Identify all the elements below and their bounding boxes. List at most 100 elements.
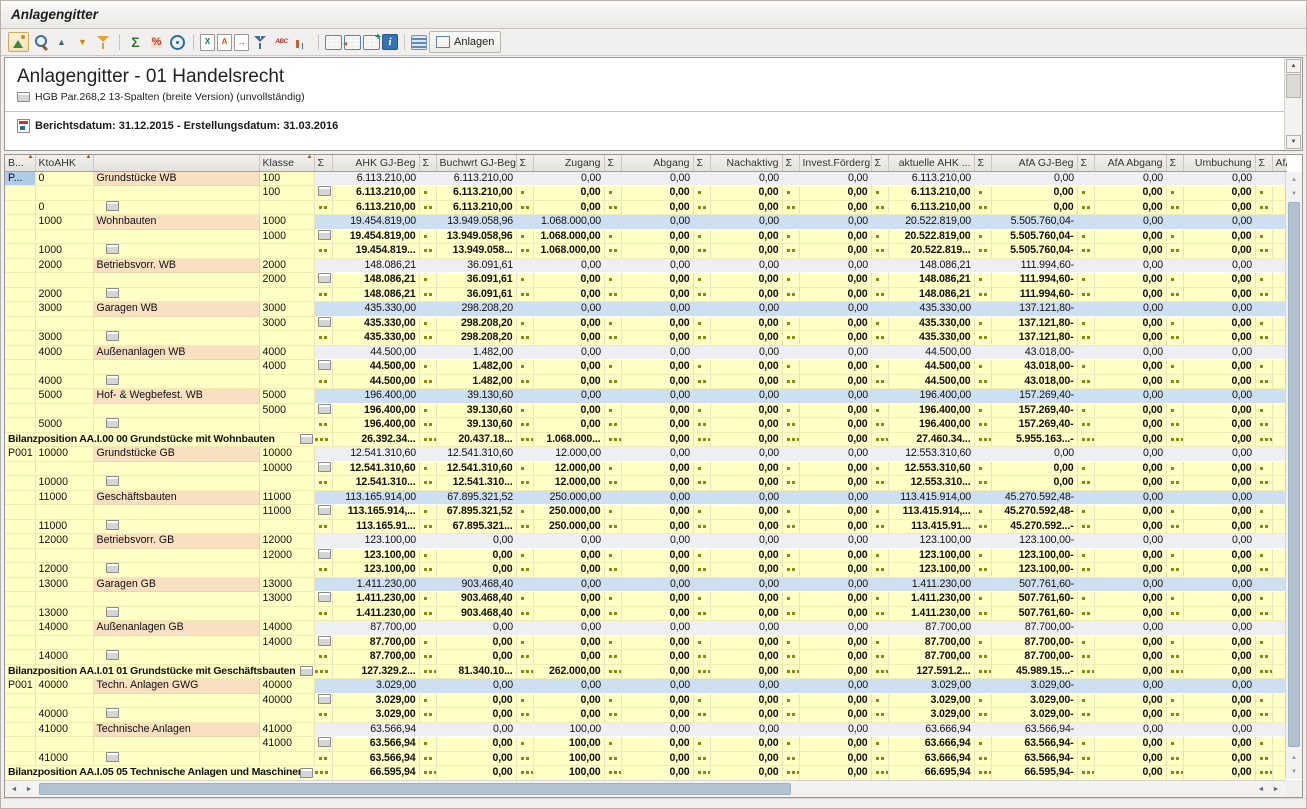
cell-klasse[interactable]: 14000	[259, 621, 314, 636]
cell-aktuelle-ahk[interactable]: 63.666,94	[888, 722, 974, 737]
cell-aktuelle-ahk[interactable]: 6.113.210,00	[888, 171, 974, 186]
cell-klasse[interactable]: 4000	[259, 360, 314, 375]
cell-afa-gj-beg[interactable]: 507.761,60-	[991, 592, 1077, 607]
cell-abgang[interactable]: 0,00	[621, 186, 693, 201]
cell-ktoahk[interactable]: 4000	[35, 374, 93, 389]
col-header-nachaktivg[interactable]: Nachaktivg	[710, 155, 782, 171]
cell-invest-foerderg[interactable]: 0,00	[799, 171, 871, 186]
cell-nachaktivg[interactable]: 0,00	[710, 563, 782, 578]
cell-afa-abgang[interactable]: 0,00	[1094, 534, 1166, 549]
cell-buchwrt-gj-beg[interactable]: 1.482,00	[436, 360, 516, 375]
cell-invest-foerderg[interactable]: 0,00	[799, 360, 871, 375]
cell-aktuelle-ahk[interactable]: 435.330,00	[888, 316, 974, 331]
cell-buchwrt-gj-beg[interactable]: 298.208,20	[436, 316, 516, 331]
cell-b[interactable]	[5, 374, 35, 389]
cell-afa-abgang[interactable]: 0,00	[1094, 708, 1166, 723]
cell-abgang[interactable]: 0,00	[621, 621, 693, 636]
cell-name[interactable]	[93, 751, 259, 766]
cell-ahk-gj-beg[interactable]: 6.113.210,00	[332, 200, 419, 215]
scroll-right-icon[interactable]: ►	[1269, 781, 1283, 797]
cell-nachaktivg[interactable]: 0,00	[710, 374, 782, 389]
cell-ahk-gj-beg[interactable]: 3.029,00	[332, 679, 419, 694]
cell-name[interactable]	[93, 737, 259, 752]
cell-buchwrt-gj-beg[interactable]: 12.541.310,60	[436, 461, 516, 476]
cell-abgang[interactable]: 0,00	[621, 447, 693, 462]
cell-ahk-gj-beg[interactable]: 44.500,00	[332, 360, 419, 375]
cell-umbuchung[interactable]: 0,00	[1183, 287, 1255, 302]
cell-afa-gj-beg[interactable]: 0,00	[991, 476, 1077, 491]
cell-afa-abgang[interactable]: 0,00	[1094, 592, 1166, 607]
cell-name[interactable]	[93, 505, 259, 520]
cell-ahk-gj-beg[interactable]: 1.411.230,00	[332, 606, 419, 621]
cell-name[interactable]: Wohnbauten	[93, 215, 259, 230]
cell-afa-abgang[interactable]: 0,00	[1094, 621, 1166, 636]
cell-aktuelle-ahk[interactable]: 12.553.310,60	[888, 447, 974, 462]
cell-umbuchung[interactable]: 0,00	[1183, 577, 1255, 592]
cell-afa-gj-beg[interactable]: 43.018,00-	[991, 374, 1077, 389]
cell-abgang[interactable]: 0,00	[621, 244, 693, 259]
cell-abgang[interactable]: 0,00	[621, 229, 693, 244]
cell-klasse[interactable]: 14000	[259, 635, 314, 650]
cell-buchwrt-gj-beg[interactable]: 903.468,40	[436, 592, 516, 607]
cell-name[interactable]	[93, 461, 259, 476]
cell-aktuelle-ahk[interactable]: 63.666,94	[888, 751, 974, 766]
cell-name[interactable]	[93, 592, 259, 607]
cell-abgang[interactable]: 0,00	[621, 679, 693, 694]
cell-zugang[interactable]: 0,00	[533, 679, 604, 694]
cell-afa-gj-beg[interactable]: 111.994,60-	[991, 258, 1077, 273]
cell-name[interactable]	[93, 374, 259, 389]
cell-nachaktivg[interactable]: 0,00	[710, 621, 782, 636]
cell-name[interactable]	[93, 316, 259, 331]
cell-b[interactable]	[5, 548, 35, 563]
cell-buchwrt-gj-beg[interactable]: 0,00	[436, 693, 516, 708]
col-header-name[interactable]	[93, 155, 259, 171]
cell-buchwrt-gj-beg[interactable]: 67.895.321...	[436, 519, 516, 534]
cell-zugang[interactable]: 0,00	[533, 360, 604, 375]
cell-invest-foerderg[interactable]: 0,00	[799, 708, 871, 723]
cell-afa-gj-beg[interactable]: 45.989.15...-	[991, 664, 1077, 679]
cell-aktuelle-ahk[interactable]: 87.700,00	[888, 635, 974, 650]
col-header-sigma[interactable]: Σ	[1077, 155, 1094, 171]
cell-buchwrt-gj-beg[interactable]: 6.113.210,00	[436, 186, 516, 201]
cell-invest-foerderg[interactable]: 0,00	[799, 287, 871, 302]
panel-scroll-thumb[interactable]	[1286, 74, 1301, 98]
cell-name[interactable]	[93, 403, 259, 418]
cell-aktuelle-ahk[interactable]: 1.411.230,00	[888, 606, 974, 621]
cell-afa-abgang[interactable]: 0,00	[1094, 258, 1166, 273]
cell-abgang[interactable]: 0,00	[621, 751, 693, 766]
cell-nachaktivg[interactable]: 0,00	[710, 360, 782, 375]
col-header-b[interactable]: B...▲	[5, 155, 35, 171]
cell-b[interactable]	[5, 650, 35, 665]
cell-zugang[interactable]: 0,00	[533, 592, 604, 607]
cell-b[interactable]	[5, 186, 35, 201]
cell-b[interactable]: P001	[5, 679, 35, 694]
cell-name[interactable]: Betriebsvorr. WB	[93, 258, 259, 273]
cell-aktuelle-ahk[interactable]: 123.100,00	[888, 563, 974, 578]
cell-nachaktivg[interactable]: 0,00	[710, 316, 782, 331]
cell-afa-gj-beg[interactable]: 0,00	[991, 200, 1077, 215]
cell-abgang[interactable]: 0,00	[621, 722, 693, 737]
cell-abgang[interactable]: 0,00	[621, 418, 693, 433]
cell-name[interactable]	[93, 229, 259, 244]
cell-aktuelle-ahk[interactable]: 435.330,00	[888, 331, 974, 346]
cell-umbuchung[interactable]: 0,00	[1183, 244, 1255, 259]
col-header-klasse[interactable]: Klasse▲	[259, 155, 314, 171]
cell-zugang[interactable]: 0,00	[533, 374, 604, 389]
cell-afa-abgang[interactable]: 0,00	[1094, 563, 1166, 578]
cell-aktuelle-ahk[interactable]: 44.500,00	[888, 360, 974, 375]
cell-zugang[interactable]: 0,00	[533, 621, 604, 636]
cell-invest-foerderg[interactable]: 0,00	[799, 693, 871, 708]
cell-aktuelle-ahk[interactable]: 148.086,21	[888, 258, 974, 273]
cell-buchwrt-gj-beg[interactable]: 0,00	[436, 621, 516, 636]
cell-buchwrt-gj-beg[interactable]: 1.482,00	[436, 374, 516, 389]
cell-aktuelle-ahk[interactable]: 66.695,94	[888, 766, 974, 781]
cell-klasse[interactable]	[259, 606, 314, 621]
col-header-afa-gj-beg[interactable]: AfA GJ-Beg	[991, 155, 1077, 171]
cell-buchwrt-gj-beg[interactable]: 298.208,20	[436, 331, 516, 346]
cell-name[interactable]	[93, 693, 259, 708]
cell-klasse[interactable]	[259, 751, 314, 766]
cell-name[interactable]	[93, 360, 259, 375]
cell-afa-gj-beg[interactable]: 5.505.760,04-	[991, 229, 1077, 244]
cell-aktuelle-ahk[interactable]: 113.415.914,...	[888, 505, 974, 520]
col-header-umbuchung[interactable]: Umbuchung	[1183, 155, 1255, 171]
